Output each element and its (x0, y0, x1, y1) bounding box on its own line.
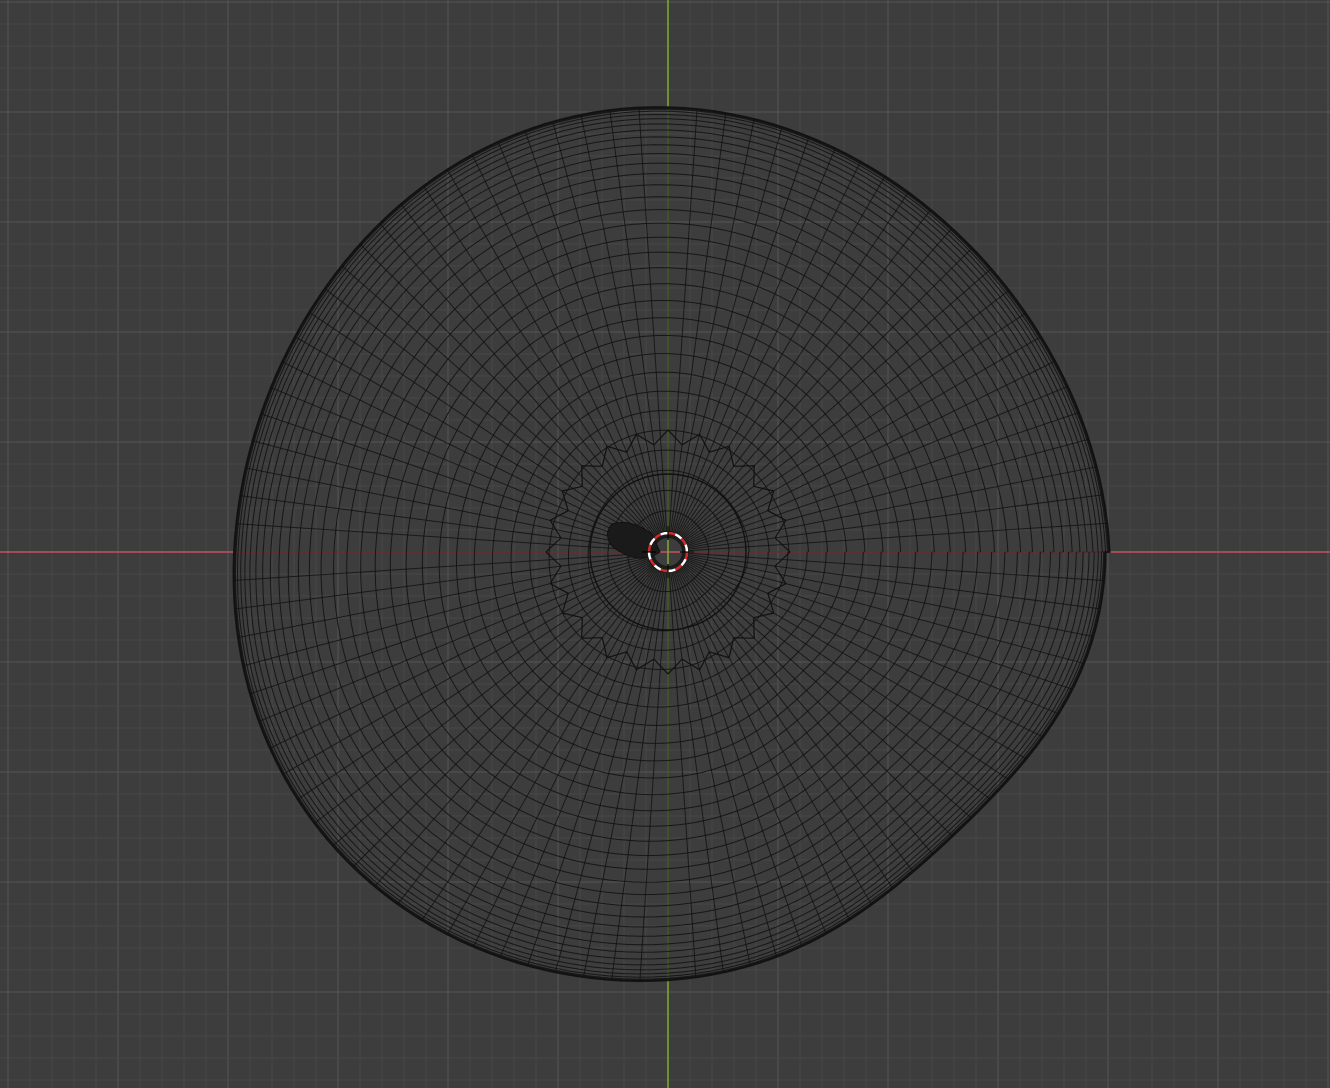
cursor-segment (660, 531, 669, 536)
cursor-segment (667, 568, 676, 573)
cursor-segment (684, 551, 689, 560)
cursor-segment (684, 544, 689, 553)
3d-viewport[interactable] (0, 0, 1330, 1088)
cursor-segment (660, 568, 669, 573)
cursor-segment (647, 551, 652, 560)
viewport-canvas[interactable] (0, 0, 1330, 1088)
cursor-segment (647, 544, 652, 553)
cursor-segment (667, 531, 676, 536)
